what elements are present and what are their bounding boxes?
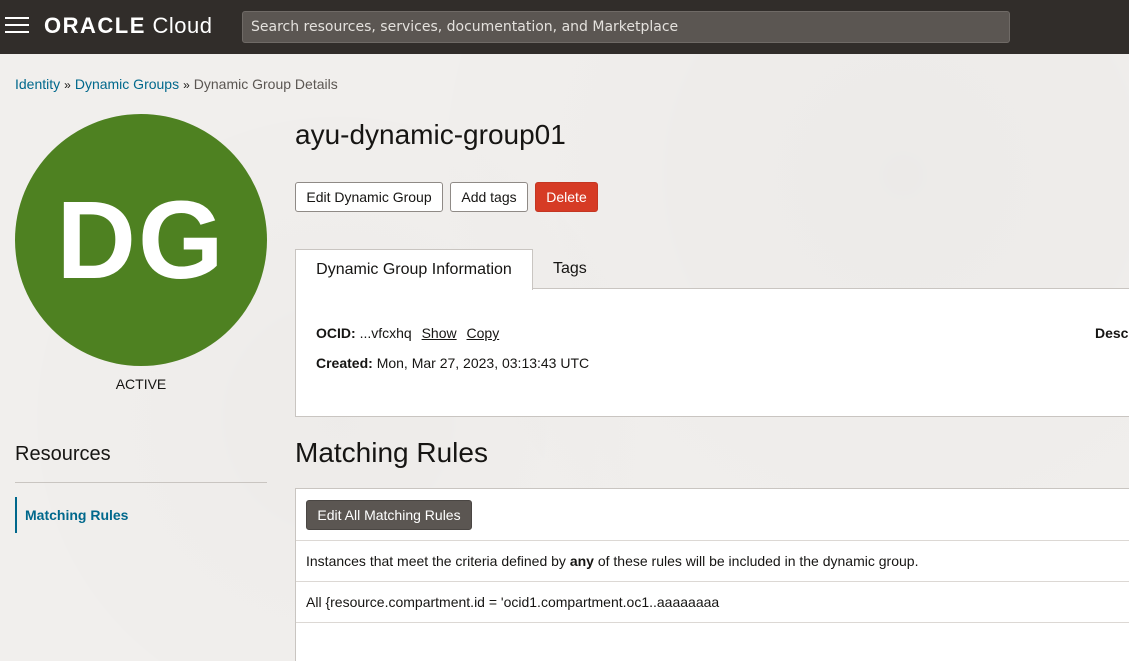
oracle-cloud-logo[interactable]: ORACLE Cloud <box>44 13 213 39</box>
breadcrumb-current: Dynamic Group Details <box>193 76 338 92</box>
resource-link-matching-rules[interactable]: Matching Rules <box>15 497 267 533</box>
created-label: Created: <box>316 355 373 371</box>
breadcrumb-identity[interactable]: Identity <box>15 76 60 92</box>
top-navigation-bar: ORACLE Cloud <box>0 0 1129 54</box>
resources-heading: Resources <box>15 443 111 465</box>
edit-all-matching-rules-button[interactable]: Edit All Matching Rules <box>306 500 472 530</box>
breadcrumb-separator: » <box>183 78 190 92</box>
description-label: Desc <box>1095 325 1129 341</box>
ocid-label: OCID: <box>316 325 356 341</box>
status-label: ACTIVE <box>115 376 167 392</box>
matching-rules-panel: Edit All Matching Rules Instances that m… <box>295 488 1129 661</box>
logo-brand: ORACLE <box>44 13 146 38</box>
ocid-copy-link[interactable]: Copy <box>467 325 500 341</box>
tab-dynamic-group-information[interactable]: Dynamic Group Information <box>295 249 533 290</box>
menu-icon[interactable] <box>5 17 29 35</box>
breadcrumb: Identity» Dynamic Groups» Dynamic Group De… <box>15 76 338 92</box>
breadcrumb-dynamic-groups[interactable]: Dynamic Groups <box>75 76 179 92</box>
add-tags-button[interactable]: Add tags <box>450 182 528 212</box>
search-input[interactable] <box>242 11 1010 43</box>
ocid-show-link[interactable]: Show <box>422 325 457 341</box>
logo-product: Cloud <box>152 13 213 38</box>
created-row: Created: Mon, Mar 27, 2023, 03:13:43 UTC <box>316 355 589 371</box>
matching-rules-heading: Matching Rules <box>295 437 488 468</box>
matching-rule-row: All {resource.compartment.id = 'ocid1.co… <box>296 581 1129 623</box>
rules-desc-suffix: of these rules will be included in the d… <box>593 553 919 569</box>
created-value: Mon, Mar 27, 2023, 03:13:43 UTC <box>376 355 590 371</box>
ocid-value: ...vfcxhq <box>359 325 412 341</box>
breadcrumb-separator: » <box>64 78 71 92</box>
delete-button[interactable]: Delete <box>535 182 598 212</box>
avatar-initials: DG <box>56 178 226 302</box>
matching-rules-description: Instances that meet the criteria defined… <box>296 540 1129 581</box>
rules-desc-prefix: Instances that meet the criteria defined… <box>306 553 570 569</box>
edit-dynamic-group-button[interactable]: Edit Dynamic Group <box>295 182 443 212</box>
dynamic-group-avatar: DG <box>15 114 267 366</box>
resources-divider <box>15 482 267 483</box>
dynamic-group-information-panel: OCID: ...vfcxhq Show Copy Created: Mon, … <box>295 288 1129 417</box>
ocid-row: OCID: ...vfcxhq Show Copy <box>316 325 499 341</box>
page-title: ayu-dynamic-group01 <box>295 119 566 150</box>
rules-desc-any: any <box>569 553 594 569</box>
tab-tags[interactable]: Tags <box>553 249 587 289</box>
detail-tabs: Dynamic Group Information Tags <box>295 249 1129 290</box>
